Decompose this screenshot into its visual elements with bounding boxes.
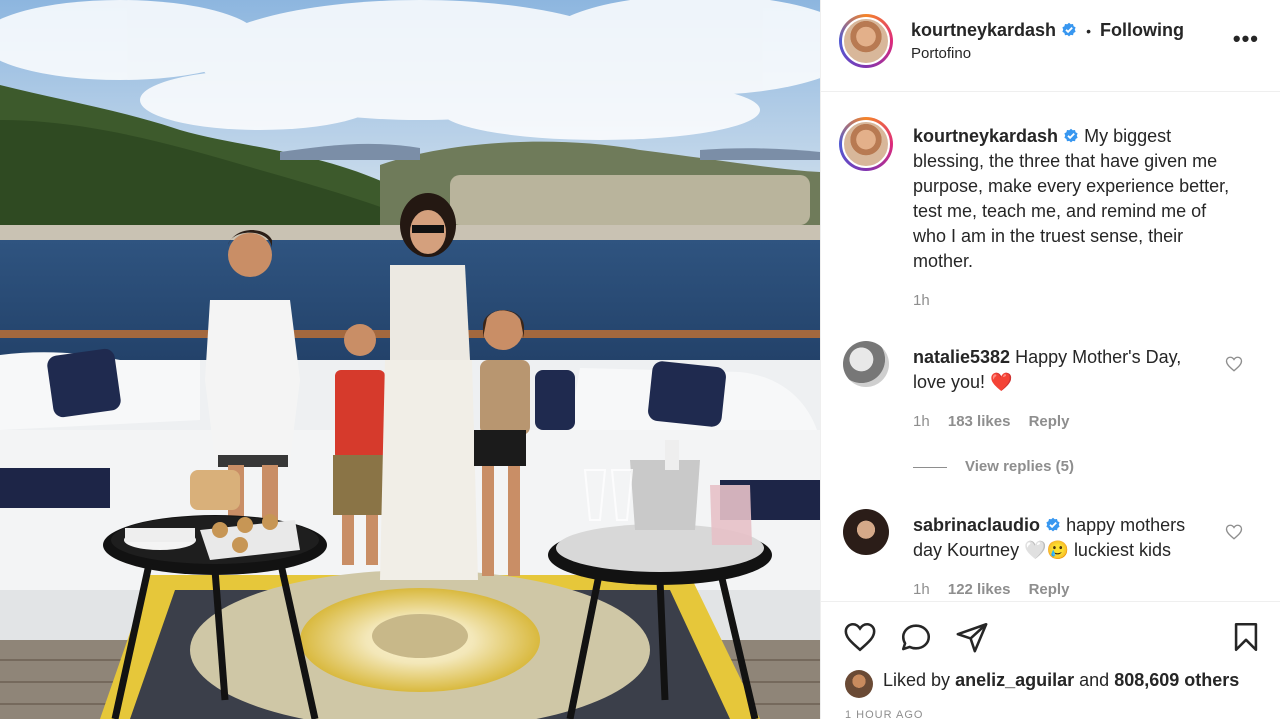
comments-section[interactable]: kourtneykardash My biggest blessing, the…	[821, 93, 1280, 601]
heart-icon[interactable]	[843, 620, 877, 654]
follow-status-button[interactable]: Following	[1100, 20, 1184, 40]
view-replies-label: View replies (5)	[965, 458, 1074, 475]
comment-likes[interactable]: 183 likes	[948, 413, 1011, 430]
author-username[interactable]: kourtneykardash	[911, 20, 1056, 40]
comment-likes[interactable]: 122 likes	[948, 581, 1011, 598]
more-options-icon[interactable]: •••	[1233, 26, 1259, 52]
comment-like-heart-icon[interactable]	[1225, 355, 1243, 373]
comment-username[interactable]: natalie5382	[913, 347, 1010, 367]
view-replies-button[interactable]: View replies (5)	[913, 458, 1074, 475]
bookmark-icon[interactable]	[1229, 620, 1263, 654]
comment-emoji: 🤍🥲	[1024, 540, 1069, 560]
post-header: kourtneykardash • Following Portofino ••…	[821, 0, 1280, 92]
share-icon[interactable]	[955, 620, 989, 654]
post-location[interactable]: Portofino	[911, 45, 971, 62]
caption-text: My biggest blessing, the three that have…	[913, 126, 1230, 271]
comment-time[interactable]: 1h	[913, 413, 930, 430]
author-avatar[interactable]	[839, 14, 893, 68]
verified-badge-icon	[1062, 22, 1076, 37]
caption-time[interactable]: 1h	[913, 292, 930, 309]
verified-badge-icon	[1064, 128, 1078, 143]
commenter-avatar[interactable]	[843, 509, 889, 555]
caption-meta: 1h	[913, 292, 944, 309]
commenter-avatar[interactable]	[843, 341, 889, 387]
caption: kourtneykardash My biggest blessing, the…	[913, 124, 1243, 274]
comment-username[interactable]: sabrinaclaudio	[913, 515, 1040, 535]
comment-meta: 1h 122 likes Reply	[913, 581, 1083, 598]
replies-divider	[913, 466, 947, 468]
comment-meta: 1h 183 likes Reply	[913, 413, 1083, 430]
comment-time[interactable]: 1h	[913, 581, 930, 598]
author-line: kourtneykardash • Following	[911, 20, 1184, 41]
comment-emoji: ❤️	[990, 372, 1013, 392]
post-photo[interactable]	[0, 0, 820, 719]
caption-username[interactable]: kourtneykardash	[913, 126, 1058, 146]
comment-icon[interactable]	[899, 620, 933, 654]
post-side-panel: kourtneykardash • Following Portofino ••…	[820, 0, 1280, 719]
liked-by-avatar[interactable]	[845, 670, 873, 698]
yacht-photo-illustration	[0, 0, 820, 719]
post-actions: Liked by aneliz_aguilar and 808,609 othe…	[821, 601, 1280, 719]
reply-button[interactable]: Reply	[1029, 581, 1070, 598]
liked-by-username[interactable]: aneliz_aguilar	[955, 670, 1074, 690]
post-timestamp[interactable]: 1 HOUR AGO	[845, 709, 923, 719]
comment: sabrinaclaudio happy mothers day Kourtne…	[913, 513, 1213, 563]
likes-prefix: Liked by	[883, 670, 951, 690]
comment-like-heart-icon[interactable]	[1225, 523, 1243, 541]
follow-separator: •	[1086, 23, 1091, 39]
likes-summary: Liked by aneliz_aguilar and 808,609 othe…	[883, 670, 1239, 691]
caption-avatar[interactable]	[839, 117, 893, 171]
likes-count-button[interactable]: 808,609 others	[1114, 670, 1239, 690]
comment: natalie5382 Happy Mother's Day, love you…	[913, 345, 1213, 395]
comment-text-end: luckiest kids	[1073, 540, 1171, 560]
verified-badge-icon	[1046, 517, 1060, 532]
reply-button[interactable]: Reply	[1029, 413, 1070, 430]
likes-middle: and	[1079, 670, 1110, 690]
